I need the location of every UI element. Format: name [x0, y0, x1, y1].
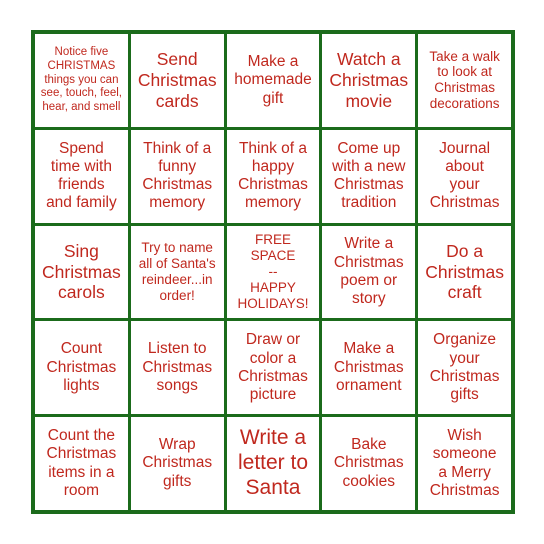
- bingo-cell-text: Wish someone a Merry Christmas: [429, 427, 500, 499]
- bingo-cell[interactable]: Write a letter to Santa: [226, 417, 320, 510]
- bingo-cell-text: Make a homemade gift: [234, 52, 312, 107]
- bingo-cell[interactable]: Do a Christmas craft: [418, 225, 511, 319]
- bingo-cell[interactable]: Write a Christmas poem or story: [322, 225, 416, 319]
- bingo-cell[interactable]: Wish someone a Merry Christmas: [418, 417, 511, 510]
- bingo-cell[interactable]: Journal about your Christmas: [418, 129, 511, 223]
- bingo-cell-text: Think of a funny Christmas memory: [142, 139, 213, 212]
- bingo-cell[interactable]: Make a Christmas ornament: [322, 321, 416, 415]
- bingo-cell[interactable]: Organize your Christmas gifts: [418, 321, 511, 415]
- bingo-cell-text: Spend time with friends and family: [46, 139, 117, 212]
- bingo-cell-text: Write a Christmas poem or story: [333, 235, 404, 308]
- bingo-cell[interactable]: Make a homemade gift: [226, 34, 320, 127]
- bingo-cell-text: Think of a happy Christmas memory: [238, 139, 308, 212]
- bingo-cell-text: Sing Christmas carols: [42, 241, 121, 303]
- bingo-cell[interactable]: Think of a happy Christmas memory: [226, 129, 320, 223]
- bingo-cell[interactable]: Listen to Christmas songs: [130, 321, 224, 415]
- bingo-cell[interactable]: Notice five CHRISTMAS things you can see…: [35, 34, 128, 127]
- bingo-cell-text: Wrap Christmas gifts: [142, 436, 213, 490]
- bingo-cell-text: Notice five CHRISTMAS things you can see…: [40, 46, 122, 113]
- bingo-cell[interactable]: Wrap Christmas gifts: [130, 417, 224, 510]
- bingo-cell-text: Count Christmas lights: [46, 340, 117, 394]
- bingo-cell-text: Count the Christmas items in a room: [46, 427, 117, 499]
- bingo-card-grid: Notice five CHRISTMAS things you can see…: [31, 30, 515, 514]
- bingo-cell[interactable]: Count the Christmas items in a room: [35, 417, 128, 510]
- bingo-cell[interactable]: Try to name all of Santa's reindeer...in…: [130, 225, 224, 319]
- bingo-cell[interactable]: Bake Christmas cookies: [322, 417, 416, 510]
- bingo-cell[interactable]: Think of a funny Christmas memory: [130, 129, 224, 223]
- bingo-cell[interactable]: Watch a Christmas movie: [322, 34, 416, 127]
- bingo-cell-text: Bake Christmas cookies: [333, 436, 404, 490]
- bingo-cell-text: Send Christmas cards: [137, 49, 217, 111]
- bingo-cell-text: Take a walk to look at Christmas decorat…: [429, 48, 500, 112]
- bingo-cell-text: Listen to Christmas songs: [142, 340, 213, 394]
- bingo-cell-text: Do a Christmas craft: [425, 241, 504, 303]
- bingo-cell-text: Come up with a new Christmas tradition: [332, 139, 406, 212]
- bingo-cell-text: Journal about your Christmas: [429, 139, 500, 212]
- bingo-cell[interactable]: Count Christmas lights: [35, 321, 128, 415]
- bingo-cell[interactable]: Come up with a new Christmas tradition: [322, 129, 416, 223]
- bingo-cell-text: Write a letter to Santa: [237, 426, 309, 499]
- bingo-cell-text: Make a Christmas ornament: [333, 340, 404, 394]
- bingo-cell[interactable]: Send Christmas cards: [130, 34, 224, 127]
- bingo-cell[interactable]: Take a walk to look at Christmas decorat…: [418, 34, 511, 127]
- bingo-cell[interactable]: Spend time with friends and family: [35, 129, 128, 223]
- bingo-cell[interactable]: Draw or color a Christmas picture: [226, 321, 320, 415]
- bingo-cell-free-space[interactable]: FREE SPACE -- HAPPY HOLIDAYS!: [226, 225, 320, 319]
- bingo-cell[interactable]: Sing Christmas carols: [35, 225, 128, 319]
- bingo-cell-text: Organize your Christmas gifts: [429, 331, 500, 404]
- bingo-cell-text: Draw or color a Christmas picture: [238, 331, 308, 404]
- bingo-cell-text: Try to name all of Santa's reindeer...in…: [138, 240, 216, 303]
- bingo-cell-text: FREE SPACE -- HAPPY HOLIDAYS!: [237, 232, 309, 311]
- bingo-cell-text: Watch a Christmas movie: [329, 49, 409, 111]
